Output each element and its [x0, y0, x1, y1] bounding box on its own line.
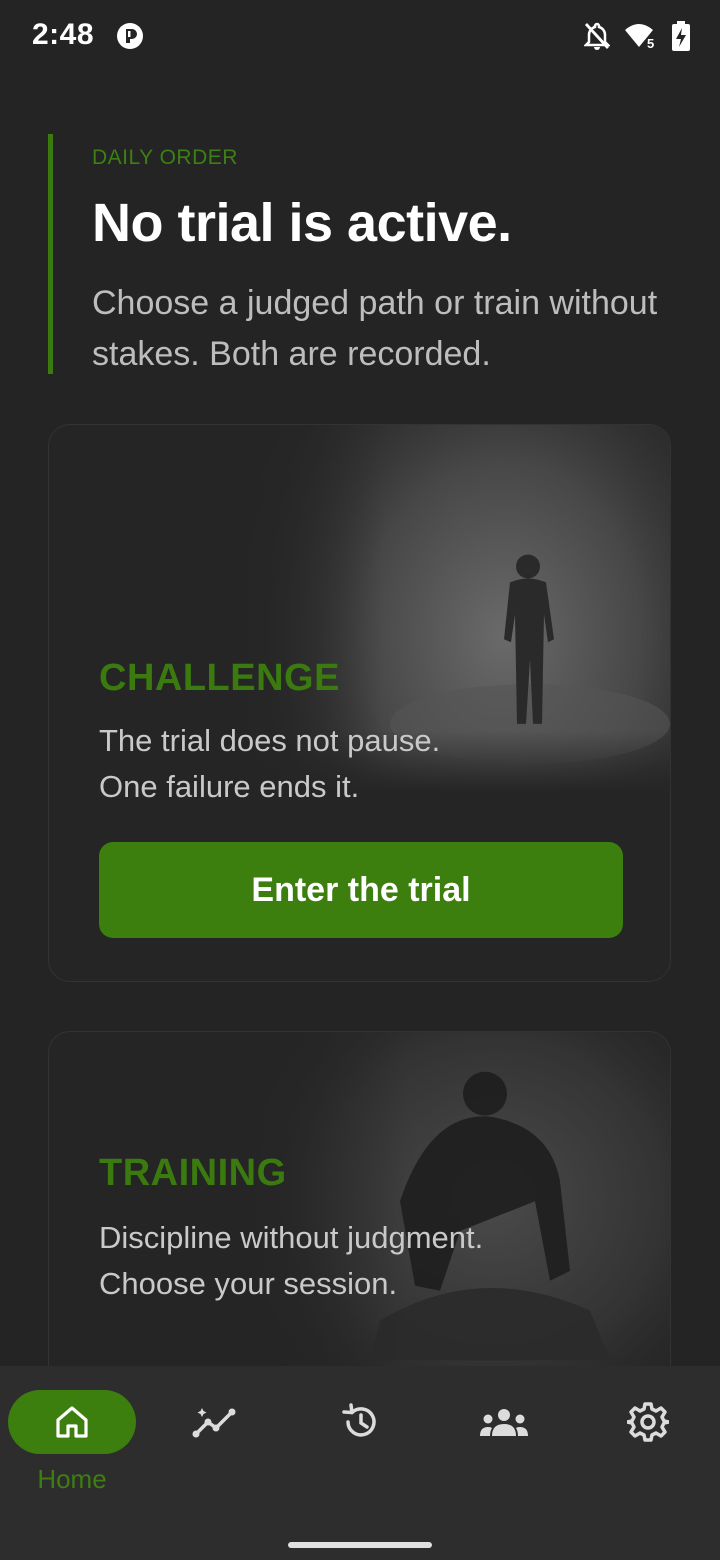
nav-home-label[interactable]: Home [8, 1464, 136, 1495]
home-icon [56, 1406, 88, 1438]
gesture-navigation-bar[interactable] [288, 1542, 432, 1548]
wifi-icon: 5 [625, 24, 654, 50]
history-icon [342, 1403, 376, 1437]
bottom-navigation: Home [0, 1366, 720, 1560]
nav-settings[interactable] [584, 1390, 712, 1454]
status-bar: 2:48 5 [0, 0, 720, 72]
daily-order-label: DAILY ORDER [92, 146, 238, 169]
challenge-desc-line2: One failure ends it. [99, 769, 360, 804]
enter-trial-button[interactable]: Enter the trial [99, 842, 623, 938]
nav-home[interactable] [8, 1390, 136, 1454]
training-desc-line1: Discipline without judgment. [99, 1220, 484, 1255]
nav-group[interactable] [440, 1390, 568, 1454]
nav-history[interactable] [296, 1390, 424, 1454]
challenge-desc-line1: The trial does not pause. [99, 723, 441, 758]
status-time: 2:48 [32, 18, 95, 51]
group-icon [480, 1409, 528, 1436]
training-desc-line2: Choose your session. [99, 1266, 398, 1301]
status-icons: 5 [584, 20, 690, 52]
page-title: No trial is active. [92, 193, 512, 253]
daily-subtitle: Choose a judged path or train without st… [92, 284, 658, 373]
progress-chart-icon [192, 1408, 236, 1438]
nav-progress[interactable] [152, 1390, 280, 1454]
wifi-badge: 5 [647, 36, 654, 50]
challenge-label: CHALLENGE [99, 657, 340, 699]
challenge-card[interactable]: CHALLENGE The trial does not pause. One … [48, 424, 671, 982]
bell-off-icon [584, 22, 610, 50]
training-label: TRAINING [99, 1152, 287, 1194]
battery-charging-icon [672, 21, 690, 51]
app-notification-icon [117, 23, 143, 49]
daily-order-section: DAILY ORDER No trial is active. Choose a… [48, 134, 678, 374]
settings-icon [627, 1402, 669, 1442]
